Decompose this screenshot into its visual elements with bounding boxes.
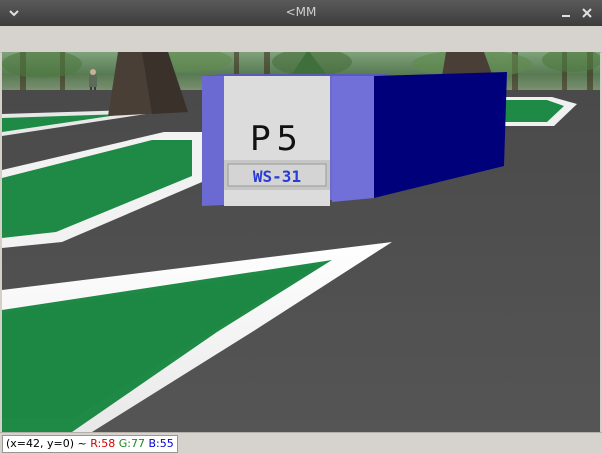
render-viewport[interactable]: P5 WS-31 — [2, 52, 600, 432]
toolbar — [0, 26, 602, 53]
title-bar[interactable]: <MM — [0, 0, 602, 26]
window-title: <MM — [285, 5, 317, 19]
separator-text: ~ — [77, 437, 87, 450]
close-icon — [582, 8, 592, 18]
blue-value: B:55 — [148, 437, 174, 450]
minimize-icon — [562, 15, 570, 17]
plate-text: WS-31 — [253, 167, 301, 186]
tree-trunk-right — [442, 52, 492, 76]
app-window: <MM P5 WS-31 (x=42, y=0) ~ R:58 G:77 B:5… — [0, 0, 602, 453]
block-label-text: P5 — [250, 119, 304, 159]
pixel-readout: (x=42, y=0) ~ R:58 G:77 B:55 — [2, 435, 178, 453]
close-button[interactable] — [577, 3, 597, 23]
minimize-button[interactable] — [556, 3, 576, 23]
green-value: G:77 — [118, 437, 145, 450]
status-bar: (x=42, y=0) ~ R:58 G:77 B:55 — [0, 432, 602, 453]
coords-text: (x=42, y=0) — [6, 437, 75, 450]
scene-canvas: P5 WS-31 — [2, 52, 600, 432]
red-value: R:58 — [90, 437, 116, 450]
